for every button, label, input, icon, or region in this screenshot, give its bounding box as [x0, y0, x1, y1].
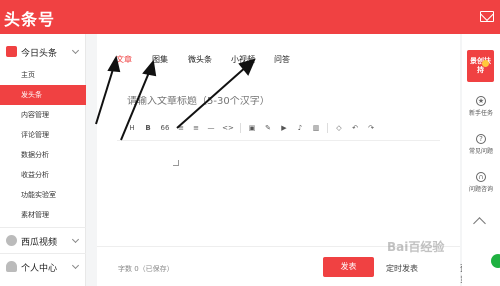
- tab-weitoutiao[interactable]: 微头条: [188, 54, 212, 65]
- badge-dot-icon: [482, 60, 489, 67]
- heading-button[interactable]: H: [127, 122, 137, 134]
- toolbar-divider: [117, 140, 440, 141]
- chart-button[interactable]: ▥: [311, 122, 321, 134]
- xigua-icon: [6, 235, 17, 246]
- creator-support-badge[interactable]: 景创扶持: [467, 50, 494, 82]
- sidebar-item-post[interactable]: 发头条: [0, 85, 86, 105]
- sidebar-item-material[interactable]: 素材管理: [0, 205, 86, 225]
- image-button[interactable]: ▣: [247, 122, 257, 134]
- newbie-tasks-link[interactable]: ★ 新手任务: [462, 96, 500, 117]
- sidebar-item-income[interactable]: 收益分析: [0, 165, 86, 185]
- tab-qa[interactable]: 问答: [274, 54, 290, 65]
- divider-button[interactable]: —: [206, 122, 216, 134]
- timed-publish-button[interactable]: 定时发表: [386, 263, 418, 274]
- sidebar-group-label: 西瓜视频: [21, 238, 58, 248]
- unordered-list-button[interactable]: ≡: [176, 122, 186, 134]
- editor-toolbar: H B 66 ≡ ≡ — <> ▣ ✎ ▶ ♪ ▥ ◇ ↶ ↷: [117, 120, 437, 136]
- app-logo[interactable]: 头条号: [4, 6, 55, 30]
- faq-link[interactable]: ? 常见问题: [462, 134, 500, 155]
- back-to-top-icon[interactable]: [473, 217, 486, 230]
- sidebar-item-data[interactable]: 数据分析: [0, 145, 86, 165]
- video-button[interactable]: ▶: [279, 122, 289, 134]
- newbie-tasks-label: 新手任务: [468, 110, 493, 117]
- word-count: 字数 0（已保存）: [118, 265, 174, 273]
- quote-button[interactable]: 66: [159, 122, 171, 134]
- faq-label: 常见问题: [468, 148, 493, 155]
- sidebar: 今日头条 主页 发头条 内容管理 评论管理 数据分析 收益分析 功能实验室 素材…: [0, 34, 86, 286]
- link-button[interactable]: ✎: [263, 122, 273, 134]
- consult-link[interactable]: ∩ 问题咨询: [462, 172, 500, 193]
- task-icon: ★: [476, 96, 486, 106]
- mail-icon[interactable]: [480, 11, 494, 22]
- watermark-logo: Bai百经验: [387, 240, 445, 254]
- editor-body-cursor[interactable]: [173, 160, 179, 166]
- sidebar-item-comments[interactable]: 评论管理: [0, 125, 86, 145]
- eraser-button[interactable]: ◇: [334, 122, 344, 134]
- consult-label: 问题咨询: [468, 186, 493, 193]
- sidebar-item-content[interactable]: 内容管理: [0, 105, 86, 125]
- toolbar-separator: [327, 123, 328, 133]
- redo-button[interactable]: ↷: [366, 122, 376, 134]
- tab-gallery[interactable]: 图集: [152, 54, 168, 65]
- tab-short-video[interactable]: 小视频: [231, 54, 255, 65]
- sidebar-group-personal[interactable]: 个人中心: [0, 253, 86, 279]
- sidebar-item-home[interactable]: 主页: [0, 65, 86, 85]
- title-input[interactable]: [127, 96, 377, 107]
- code-button[interactable]: <>: [221, 122, 235, 134]
- bold-button[interactable]: B: [143, 122, 153, 134]
- tab-article[interactable]: 文章: [116, 54, 132, 65]
- chevron-down-icon: [71, 235, 80, 244]
- undo-button[interactable]: ↶: [350, 122, 360, 134]
- sidebar-group-xigua[interactable]: 西瓜视频: [0, 227, 86, 253]
- publish-button[interactable]: 发表: [323, 257, 374, 277]
- right-helper-bar: 景创扶持 ★ 新手任务 ? 常见问题 ∩ 问题咨询: [462, 34, 500, 286]
- sidebar-item-lab[interactable]: 功能实验室: [0, 185, 86, 205]
- help-icon: ?: [476, 134, 486, 144]
- sidebar-group-label: 今日头条: [21, 49, 58, 59]
- chevron-down-icon: [71, 46, 80, 55]
- top-bar: 头条号: [0, 0, 500, 34]
- audio-button[interactable]: ♪: [295, 122, 305, 134]
- sidebar-group-toutiao[interactable]: 今日头条: [0, 38, 86, 64]
- notification-dot-icon[interactable]: [491, 254, 500, 268]
- ordered-list-button[interactable]: ≡: [191, 122, 201, 134]
- sidebar-group-label: 个人中心: [21, 264, 58, 274]
- toutiao-icon: [6, 46, 17, 57]
- headset-icon: ∩: [476, 172, 486, 182]
- toolbar-separator: [240, 123, 241, 133]
- user-icon: [6, 261, 17, 272]
- chevron-down-icon: [71, 261, 80, 270]
